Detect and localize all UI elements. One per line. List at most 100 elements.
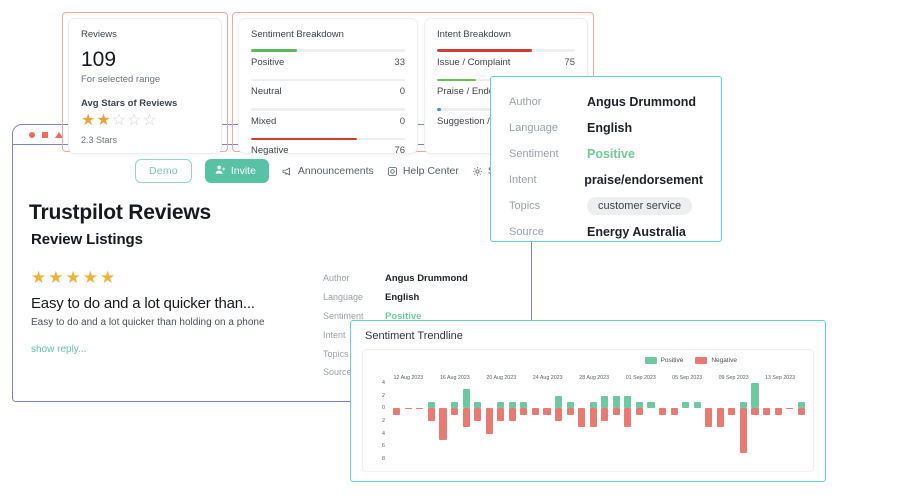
chart-bar-negative (774, 408, 782, 415)
page-title: Trustpilot Reviews (29, 201, 211, 224)
metadata-row: Author Angus Drummond (509, 89, 703, 115)
breakdown-value: 33 (394, 56, 405, 68)
sentiment-card-title: Sentiment Breakdown (251, 29, 344, 40)
breakdown-row: Neutral 0 (251, 78, 405, 105)
review-list-item[interactable]: ★★★★★ Easy to do and a lot quicker than.… (31, 269, 321, 355)
x-axis-tick-label: 16 Aug 2023 (439, 375, 470, 381)
chart-bar-negative (439, 408, 447, 440)
star-icon-empty: ☆ (142, 112, 158, 129)
announcements-label: Announcements (297, 165, 374, 177)
chart-bar-negative (531, 408, 540, 415)
metadata-key: Author (323, 273, 350, 283)
megaphone-icon (282, 166, 293, 177)
add-user-icon (215, 164, 226, 178)
y-axis-tick-label: 2 (382, 418, 385, 424)
breakdown-label-row: Mixed 0 (251, 111, 405, 134)
chart-bar-negative (566, 408, 574, 415)
reviews-count: 109 (81, 48, 117, 71)
demo-button[interactable]: Demo (135, 159, 192, 183)
breakdown-value: 0 (399, 115, 405, 127)
x-axis-tick-label: 01 Sep 2023 (625, 375, 656, 381)
metadata-row: Language English (323, 292, 523, 303)
chart-bar-zero (404, 407, 412, 409)
x-axis-tick-label: 13 Sep 2023 (765, 375, 796, 381)
topic-chip[interactable]: customer service (587, 197, 693, 215)
star-icon-empty: ☆ (127, 112, 143, 129)
show-reply-link[interactable]: show reply... (31, 344, 321, 355)
breakdown-row: Mixed 0 (251, 108, 405, 134)
help-center-label: Help Center (402, 165, 459, 177)
metadata-value: English (385, 292, 420, 303)
avg-stars-text: 2.3 Stars (81, 135, 118, 145)
y-axis-tick-label: 0 (382, 405, 385, 412)
breakdown-label: Positive (251, 56, 285, 68)
chart-bar-negative (462, 408, 470, 428)
x-axis-tick-label: 20 Aug 2023 (486, 375, 517, 381)
intent-card-title: Intent Breakdown (437, 29, 511, 40)
y-axis-tick-label: 2 (382, 392, 385, 399)
metadata-rows: Author Angus Drummond Language English Senti… (509, 89, 703, 245)
review-metadata-popup: Author Angus Drummond Language English Senti… (490, 76, 722, 242)
metadata-value: Angus Drummond (385, 273, 468, 284)
metadata-row: Sentiment Positive (509, 141, 703, 167)
circle-icon[interactable] (29, 131, 35, 138)
metadata-key: Language (509, 122, 558, 134)
chart-bar-negative (635, 408, 644, 415)
y-axis-tick-label: 8 (382, 456, 385, 462)
chart-bar-negative (705, 408, 713, 428)
chart-bar-negative (450, 408, 459, 415)
breakdown-label: Neutral (251, 86, 282, 98)
y-axis-tick-label: 4 (382, 430, 385, 437)
y-axis-ticks: 4 2 0 2 4 6 8 (369, 380, 387, 462)
help-center-link[interactable]: Help Center (387, 165, 459, 177)
x-axis-tick-label: 28 Aug 2023 (579, 375, 610, 381)
review-heading: Easy to do and a lot quicker than... (31, 295, 255, 312)
metadata-row: Topics customer service (509, 193, 703, 219)
square-icon[interactable] (42, 131, 48, 138)
chart-bar-negative (670, 408, 678, 415)
y-axis-tick-label: 6 (382, 443, 385, 450)
breakdown-row: Issue / Complaint 75 (437, 49, 575, 75)
legend-item-negative[interactable]: Negative (695, 357, 737, 364)
chart-panel: Positive Negative 12 Aug 2023 16 Aug 2023… (362, 349, 814, 472)
chart-bar-negative (508, 408, 516, 421)
invite-button-label: Invite (230, 165, 256, 177)
chart-bar-positive (751, 383, 759, 409)
chart-bar-negative (658, 408, 667, 415)
chart-plot-area: 12 Aug 2023 16 Aug 2023 20 Aug 2023 24 Aug … (369, 375, 809, 467)
legend-label-negative: Negative (711, 357, 737, 364)
trendline-title: Sentiment Trendline (365, 330, 463, 342)
breakdown-value: 76 (394, 145, 405, 157)
metadata-key: Sentiment (509, 148, 559, 160)
metadata-value: Positive (587, 147, 635, 161)
breakdown-label-row: Positive 33 (251, 52, 405, 75)
avg-stars-label: Avg Stars of Reviews (81, 98, 178, 109)
announcements-link[interactable]: Announcements (282, 165, 374, 177)
breakdown-value: 0 (399, 86, 405, 98)
chart-bar-positive (693, 402, 701, 409)
legend-label-positive: Positive (660, 357, 684, 364)
chart-bar-negative (739, 408, 748, 453)
screen-root: Demo Invite Announcements Help Center Tr… (0, 0, 900, 500)
y-axis-tick-label: 4 (382, 380, 385, 386)
legend-swatch-negative (695, 357, 708, 364)
chart-bar-positive (601, 395, 609, 409)
review-star-rating: ★★★★★ (31, 268, 118, 287)
metadata-row: Intent praise/endorsement (509, 167, 703, 193)
x-axis-tick-label: 05 Sep 2023 (672, 375, 703, 381)
reviews-card-title: Reviews (81, 29, 117, 40)
breakdown-row: Positive 33 (251, 49, 405, 75)
breakdown-row: Negative 76 (251, 137, 405, 164)
metadata-value: praise/endorsement (584, 173, 703, 187)
x-axis-tick-label: 12 Aug 2023 (393, 375, 424, 381)
review-body: Easy to do and a lot quicker than holdin… (31, 317, 265, 328)
metadata-row: Author Angus Drummond (323, 273, 523, 284)
star-icon-empty: ☆ (111, 112, 128, 129)
chart-bar-negative (485, 408, 493, 434)
lifebuoy-icon (387, 166, 398, 177)
star-icon-filled: ★ (81, 112, 97, 129)
chart-bar-positive (624, 395, 632, 409)
chart-bar-negative (716, 408, 724, 428)
breakdown-label: Issue / Complaint (437, 56, 511, 68)
legend-item-positive[interactable]: Positive (644, 357, 684, 364)
